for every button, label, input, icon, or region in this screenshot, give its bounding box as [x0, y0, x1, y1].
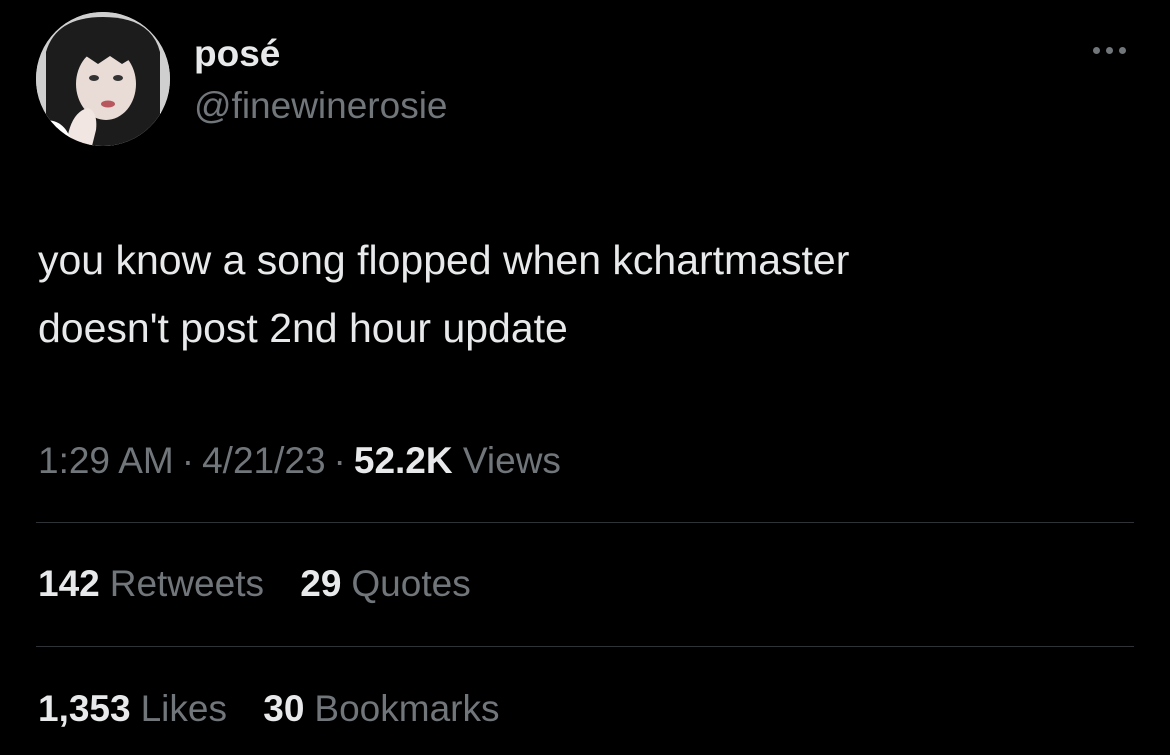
more-horizontal-icon-dot [1105, 46, 1113, 54]
display-name[interactable]: posé [194, 32, 280, 76]
views-count: 52.2K [353, 440, 453, 481]
more-options-button[interactable] [1078, 38, 1140, 62]
retweets-label: Retweets [109, 563, 264, 604]
user-handle[interactable]: @finewinerosie [194, 84, 448, 128]
more-horizontal-icon [1092, 46, 1100, 54]
divider [36, 522, 1134, 523]
likes-label: Likes [140, 688, 227, 729]
divider [36, 646, 1134, 647]
bookmarks-label: Bookmarks [314, 688, 500, 729]
quotes-count: 29 [300, 563, 342, 604]
tweet-text-line: you know a song flopped when kchartmaste… [38, 237, 850, 283]
tweet-meta: 1:29 AM · 4/21/23 · 52.2K Views [38, 436, 561, 486]
more-horizontal-icon-dot [1118, 46, 1126, 54]
likes-count: 1,353 [38, 688, 131, 729]
avatar[interactable] [36, 12, 170, 146]
tweet-date[interactable]: 4/21/23 [202, 440, 325, 481]
tweet-text-line: doesn't post 2nd hour update [38, 305, 568, 351]
tweet-time[interactable]: 1:29 AM [38, 440, 174, 481]
stats-row-engagement: 1,353 Likes 30 Bookmarks [38, 684, 525, 734]
separator: · [333, 440, 346, 481]
views-label: Views [462, 440, 561, 481]
separator: · [181, 440, 195, 481]
retweets-stat[interactable]: 142 Retweets [38, 559, 264, 609]
stats-row-shares: 142 Retweets 29 Quotes [38, 559, 497, 609]
quotes-label: Quotes [351, 563, 471, 604]
likes-stat[interactable]: 1,353 Likes [38, 684, 227, 734]
tweet-text: you know a song flopped when kchartmaste… [38, 226, 1118, 362]
bookmarks-count: 30 [263, 688, 305, 729]
bookmarks-stat[interactable]: 30 Bookmarks [263, 684, 499, 734]
avatar-image [36, 12, 170, 146]
quotes-stat[interactable]: 29 Quotes [300, 559, 470, 609]
retweets-count: 142 [38, 563, 100, 604]
tweet-card: posé @finewinerosie you know a song flop… [0, 0, 1170, 755]
